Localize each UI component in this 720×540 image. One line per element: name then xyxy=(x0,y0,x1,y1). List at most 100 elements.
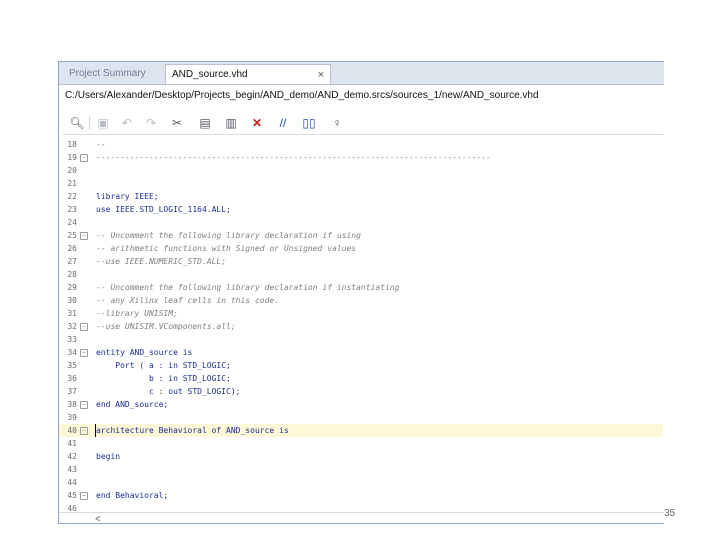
fold-marker-icon[interactable]: − xyxy=(80,349,88,357)
fold-marker-icon[interactable]: − xyxy=(80,427,88,435)
code-text: end AND_source; xyxy=(96,400,169,409)
code-line[interactable]: 27 --use IEEE.NUMERIC_STD.ALL; xyxy=(59,255,663,268)
code-text: -- arithmetic functions with Signed or U… xyxy=(96,244,357,253)
save-icon[interactable]: ▣ xyxy=(95,115,111,131)
line-number: 45 xyxy=(67,491,77,500)
search-icon[interactable]: 🔍︎ xyxy=(69,115,85,131)
line-number: 37 xyxy=(67,387,77,396)
tab-bar: Project Summary × AND_source.vhd × xyxy=(59,62,664,85)
code-line[interactable]: 39 xyxy=(59,411,663,424)
code-line[interactable]: 23 use IEEE.STD_LOGIC_1164.ALL; xyxy=(59,203,663,216)
fold-marker-icon[interactable]: − xyxy=(80,323,88,331)
code-text: Port ( a : in STD_LOGIC; xyxy=(96,361,231,370)
code-line[interactable]: 20 xyxy=(59,164,663,177)
code-text: b : in STD_LOGIC; xyxy=(96,374,231,383)
line-number: 41 xyxy=(67,439,77,448)
split-view-icon[interactable]: ▯▯ xyxy=(301,115,317,131)
code-line[interactable]: 25− -- Uncomment the following library de… xyxy=(59,229,663,242)
line-number: 33 xyxy=(67,335,77,344)
paste-icon[interactable]: ▥ xyxy=(223,115,239,131)
code-line[interactable]: 19− -------------------------------------… xyxy=(59,151,663,164)
code-line[interactable]: 38− end AND_source; xyxy=(59,398,663,411)
line-number: 22 xyxy=(67,192,77,201)
redo-icon[interactable]: ↷ xyxy=(143,115,159,131)
close-icon[interactable]: × xyxy=(318,65,324,85)
horizontal-scrollbar[interactable]: < xyxy=(59,512,664,525)
code-line[interactable]: 37 c : out STD_LOGIC); xyxy=(59,385,663,398)
line-number: 18 xyxy=(67,140,77,149)
code-text: --use UNISIM.VComponents.all; xyxy=(96,322,236,331)
code-text: -- xyxy=(96,140,106,149)
code-text: end Behavioral; xyxy=(96,491,169,500)
line-number: 34 xyxy=(67,348,77,357)
code-line[interactable]: 28 xyxy=(59,268,663,281)
tab-label: AND_source.vhd xyxy=(172,69,248,80)
file-path: C:/Users/Alexander/Desktop/Projects_begi… xyxy=(65,90,539,101)
line-number: 36 xyxy=(67,374,77,383)
code-text: entity AND_source is xyxy=(96,348,193,357)
code-line[interactable]: 40− architecture Behavioral of AND_source… xyxy=(59,424,663,437)
code-text: use IEEE.STD_LOGIC_1164.ALL; xyxy=(96,205,231,214)
page-number: 35 xyxy=(664,508,676,519)
line-number: 35 xyxy=(67,361,77,370)
line-number: 30 xyxy=(67,296,77,305)
line-number: 19 xyxy=(67,153,77,162)
line-number: 31 xyxy=(67,309,77,318)
code-text: -- Uncomment the following library decla… xyxy=(96,231,361,240)
line-number: 21 xyxy=(67,179,77,188)
code-text: ----------------------------------------… xyxy=(96,153,491,162)
editor-toolbar: 🔍︎ ▣ ↶ ↷ ✂ ▤ ▥ ✕ // ▯▯ ♀ xyxy=(63,112,663,135)
copy-icon[interactable]: ▤ xyxy=(197,115,213,131)
code-line[interactable]: 33 xyxy=(59,333,663,346)
code-text: --use IEEE.NUMERIC_STD.ALL; xyxy=(96,257,227,266)
code-line[interactable]: 41 xyxy=(59,437,663,450)
line-number: 40 xyxy=(67,426,77,435)
line-number: 38 xyxy=(67,400,77,409)
code-line[interactable]: 30 -- any Xilinx leaf cells in this code. xyxy=(59,294,663,307)
line-number: 27 xyxy=(67,257,77,266)
line-number: 44 xyxy=(67,478,77,487)
code-line[interactable]: 31 --library UNISIM; xyxy=(59,307,663,320)
code-line[interactable]: 22 library IEEE; xyxy=(59,190,663,203)
code-text: library IEEE; xyxy=(96,192,159,201)
code-text: -- any Xilinx leaf cells in this code. xyxy=(96,296,280,305)
cut-icon[interactable]: ✂ xyxy=(169,115,185,131)
code-line[interactable]: 21 xyxy=(59,177,663,190)
code-editor[interactable]: 18 -- 19− ---------------------------------… xyxy=(59,138,663,514)
code-line[interactable]: 24 xyxy=(59,216,663,229)
tab-project-summary[interactable]: Project Summary × xyxy=(63,64,171,84)
line-number: 28 xyxy=(67,270,77,279)
code-text: begin xyxy=(96,452,121,461)
line-number: 24 xyxy=(67,218,77,227)
code-line[interactable]: 34− entity AND_source is xyxy=(59,346,663,359)
line-number: 39 xyxy=(67,413,77,422)
fold-marker-icon[interactable]: − xyxy=(80,401,88,409)
code-line[interactable]: 44 xyxy=(59,476,663,489)
tab-label: Project Summary xyxy=(69,68,146,79)
code-line[interactable]: 43 xyxy=(59,463,663,476)
delete-icon[interactable]: ✕ xyxy=(249,115,265,131)
line-number: 25 xyxy=(67,231,77,240)
code-line[interactable]: 26 -- arithmetic functions with Signed or… xyxy=(59,242,663,255)
code-line[interactable]: 36 b : in STD_LOGIC; xyxy=(59,372,663,385)
code-line[interactable]: 29 -- Uncomment the following library dec… xyxy=(59,281,663,294)
code-line[interactable]: 45− end Behavioral; xyxy=(59,489,663,502)
fold-marker-icon[interactable]: − xyxy=(80,232,88,240)
lightbulb-icon[interactable]: ♀ xyxy=(329,115,345,131)
fold-marker-icon[interactable]: − xyxy=(80,492,88,500)
tab-and-source[interactable]: AND_source.vhd × xyxy=(165,64,331,84)
fold-marker-icon[interactable]: − xyxy=(80,154,88,162)
line-number: 29 xyxy=(67,283,77,292)
scroll-left-icon[interactable]: < xyxy=(95,514,101,525)
line-number: 23 xyxy=(67,205,77,214)
editor-window: Project Summary × AND_source.vhd × C:/Us… xyxy=(58,61,664,525)
line-number: 26 xyxy=(67,244,77,253)
line-number: 20 xyxy=(67,166,77,175)
code-line[interactable]: 42 begin xyxy=(59,450,663,463)
undo-icon[interactable]: ↶ xyxy=(119,115,135,131)
comment-toggle-icon[interactable]: // xyxy=(275,115,291,131)
code-line[interactable]: 32− --use UNISIM.VComponents.all; xyxy=(59,320,663,333)
code-line[interactable]: 35 Port ( a : in STD_LOGIC; xyxy=(59,359,663,372)
code-line[interactable]: 18 -- xyxy=(59,138,663,151)
toolbar-divider xyxy=(89,116,90,130)
